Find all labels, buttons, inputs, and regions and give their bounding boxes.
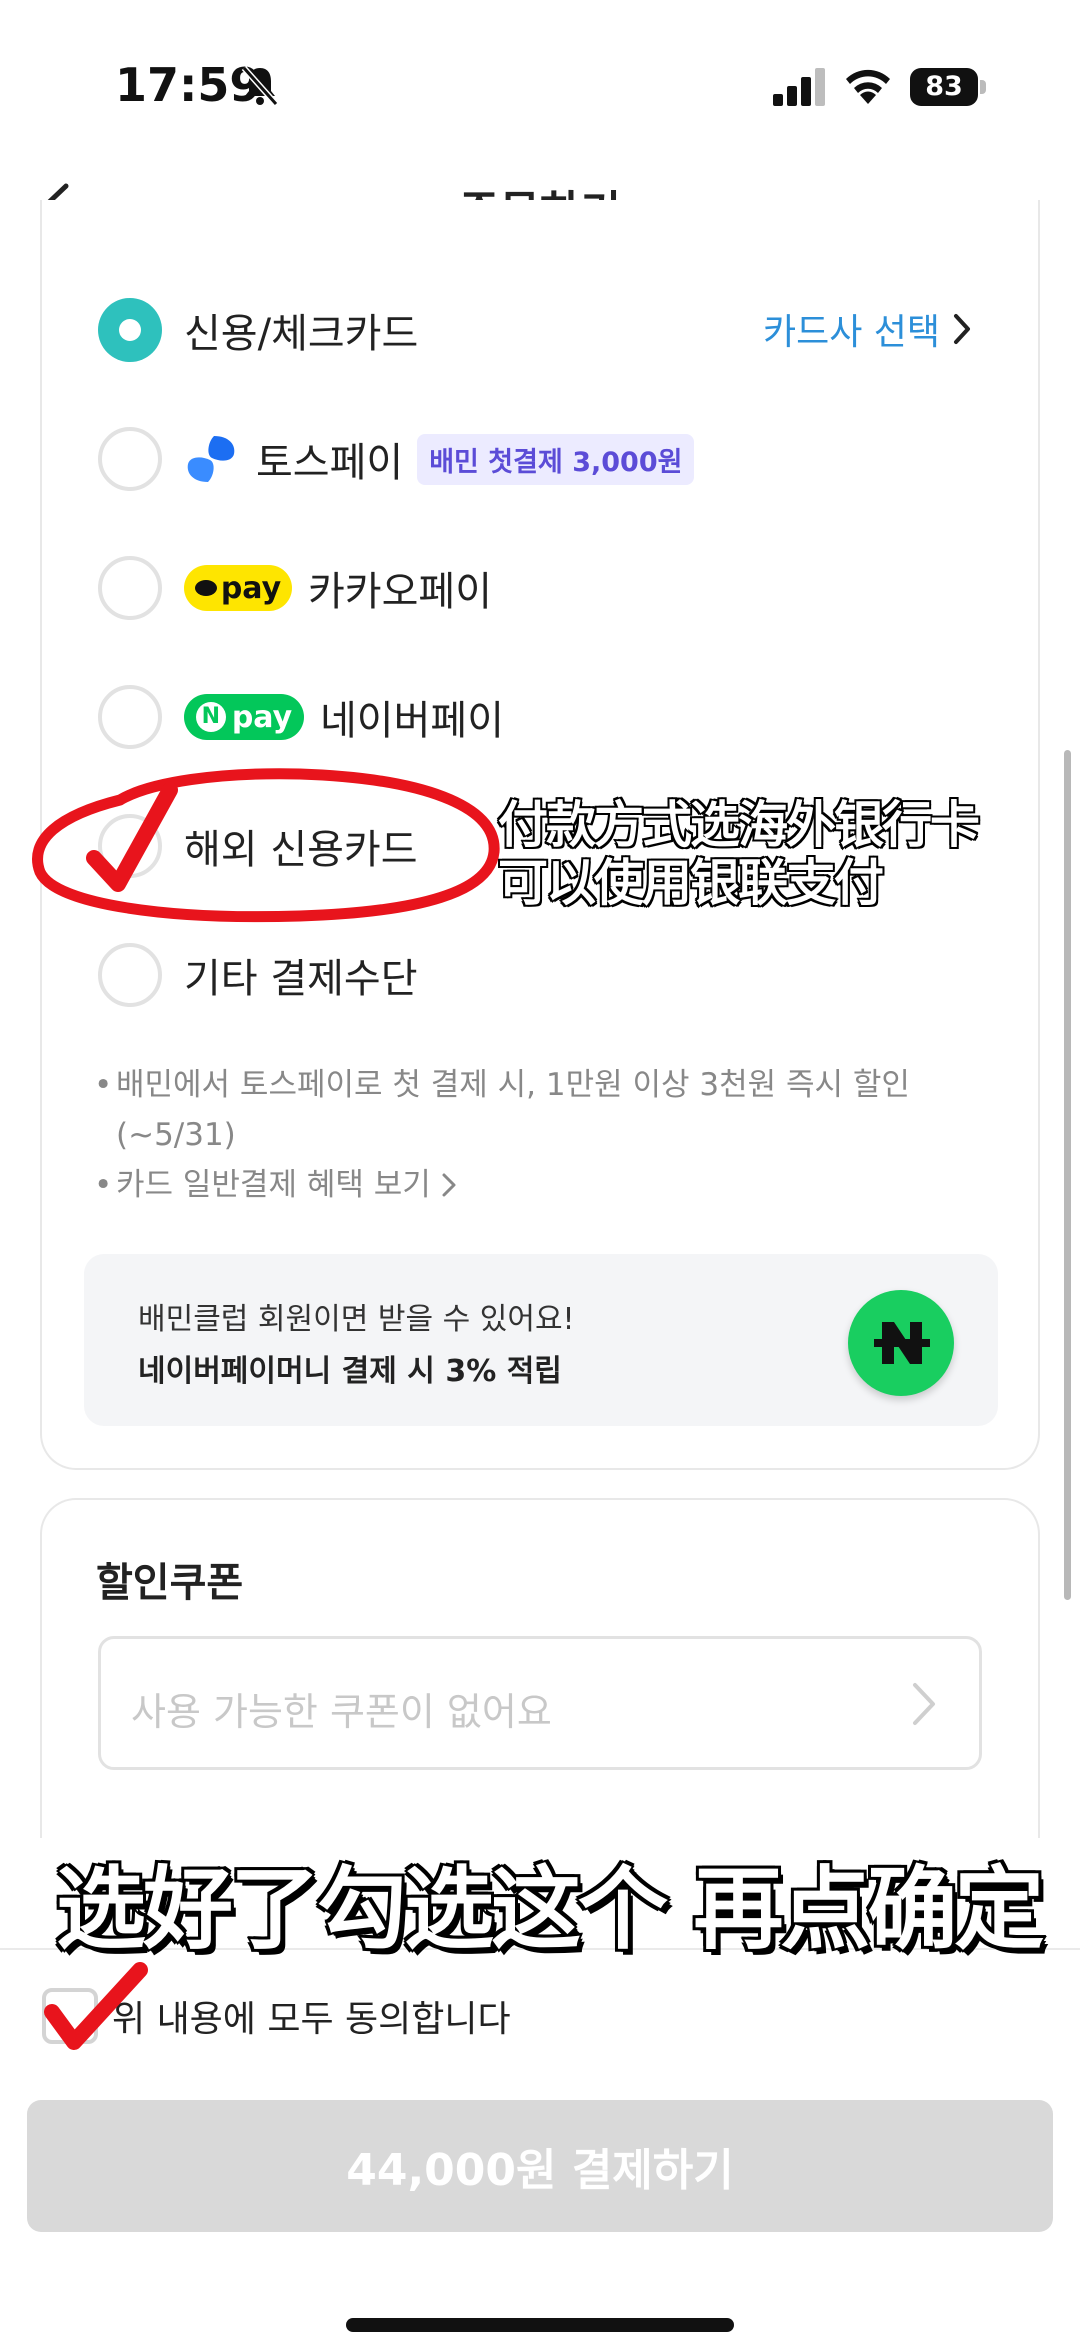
option-tosspay[interactable]: 토스페이 배민 첫결제 3,000원 [98,419,695,499]
option-credit-check-card[interactable]: 신용/체크카드 [98,290,418,370]
cellular-signal-icon [773,68,825,106]
battery-icon: 83 [910,68,986,106]
pay-button[interactable]: 44,000원 결제하기 [27,2100,1053,2232]
option-kakaopay[interactable]: pay 카카오페이 [98,548,492,628]
chevron-right-icon [954,314,970,344]
tosspay-logo-icon [187,436,235,482]
note-tosspay-discount: 배민에서 토스페이로 첫 결제 시, 1만원 이상 3천원 즉시 할인 (~5/… [94,1060,994,1160]
wifi-icon [846,69,890,104]
battery-level: 83 [910,68,978,106]
battery-cap [980,80,986,94]
bell-off-icon [241,66,279,106]
option-label: 신용/체크카드 [184,311,419,357]
card-benefits-label: 카드 일반결제 혜택 보기 [116,1167,431,1203]
agree-label: 위 내용에 모두 동의합니다 [112,1999,511,2040]
option-naverpay[interactable]: N pay 네이버페이 [98,677,504,757]
option-other-payment[interactable]: 기타 결제수단 [98,935,418,1015]
radio-unselected[interactable] [98,814,162,878]
kakao-bubble-icon [194,580,217,596]
kakaopay-logo-icon: pay [184,565,292,611]
club-banner-text: 배민클럽 회원이면 받을 수 있어요! [138,1302,575,1337]
bottom-action-sheet: 위 내용에 모두 동의합니다 44,000원 결제하기 [0,1948,1080,2348]
home-indicator[interactable] [346,2318,734,2332]
naverpay-logo-text: pay [231,699,293,735]
option-overseas-credit-card[interactable]: 해외 신용카드 [98,806,418,886]
coupon-placeholder: 사용 가능한 쿠폰이 없어요 [131,1690,552,1734]
coupon-title: 할인쿠폰 [96,1560,244,1606]
radio-unselected[interactable] [98,556,162,620]
coupon-select-field[interactable]: 사용 가능한 쿠폰이 없어요 [98,1636,982,1770]
option-label: 해외 신용카드 [184,827,418,873]
status-bar: 17:59 83 [0,0,1080,150]
scroll-indicator[interactable] [1064,750,1071,1600]
first-payment-badge: 배민 첫결제 3,000원 [417,433,695,485]
card-select-label: 카드사 선택 [762,312,940,353]
naverpay-logo-icon: N pay [184,694,304,740]
radio-unselected[interactable] [98,943,162,1007]
agree-checkbox[interactable] [42,1988,98,2044]
radio-unselected[interactable] [98,685,162,749]
chevron-right-icon [913,1683,935,1725]
discount-coupon-card: 할인쿠폰 사용 가능한 쿠폰이 없어요 [40,1498,1040,1838]
annotation-bottom-text: 选好了勾选这个 再点确定 [54,1855,1046,1964]
option-label: 네이버페이 [320,698,504,744]
annotation-line-2: 可以使用银联支付 [497,853,886,914]
option-label: 기타 결제수단 [184,956,418,1002]
chevron-right-icon [442,1173,456,1197]
annotation-line-1: 付款方式选海外银行卡 [497,795,982,856]
option-label: 카카오페이 [308,569,492,615]
naverpay-n-glyph-icon [874,1322,930,1364]
kakaopay-logo-text: pay [220,570,282,606]
option-label: 토스페이 [256,440,404,486]
radio-unselected[interactable] [98,427,162,491]
annotation-side-text: 付款方式选海外银行卡 可以使用银联支付 [497,795,982,914]
note-card-benefits-link[interactable]: 카드 일반결제 혜택 보기 [94,1160,994,1210]
baemin-club-banner: 배민클럽 회원이면 받을 수 있어요! 네이버페이머니 결제 시 3% 적립 [84,1254,998,1426]
radio-selected[interactable] [98,298,162,362]
agree-all-checkbox-row[interactable]: 위 내용에 모두 동의합니다 [42,1986,511,2046]
card-issuer-select-link[interactable]: 카드사 선택 [763,303,972,355]
naverpay-money-icon [848,1290,954,1396]
payment-notes: 배민에서 토스페이로 첫 결제 시, 1만원 이상 3천원 즉시 할인 (~5/… [94,1060,994,1210]
naver-n-icon: N [195,702,226,732]
club-banner-reward: 네이버페이머니 결제 시 3% 적립 [138,1354,562,1389]
